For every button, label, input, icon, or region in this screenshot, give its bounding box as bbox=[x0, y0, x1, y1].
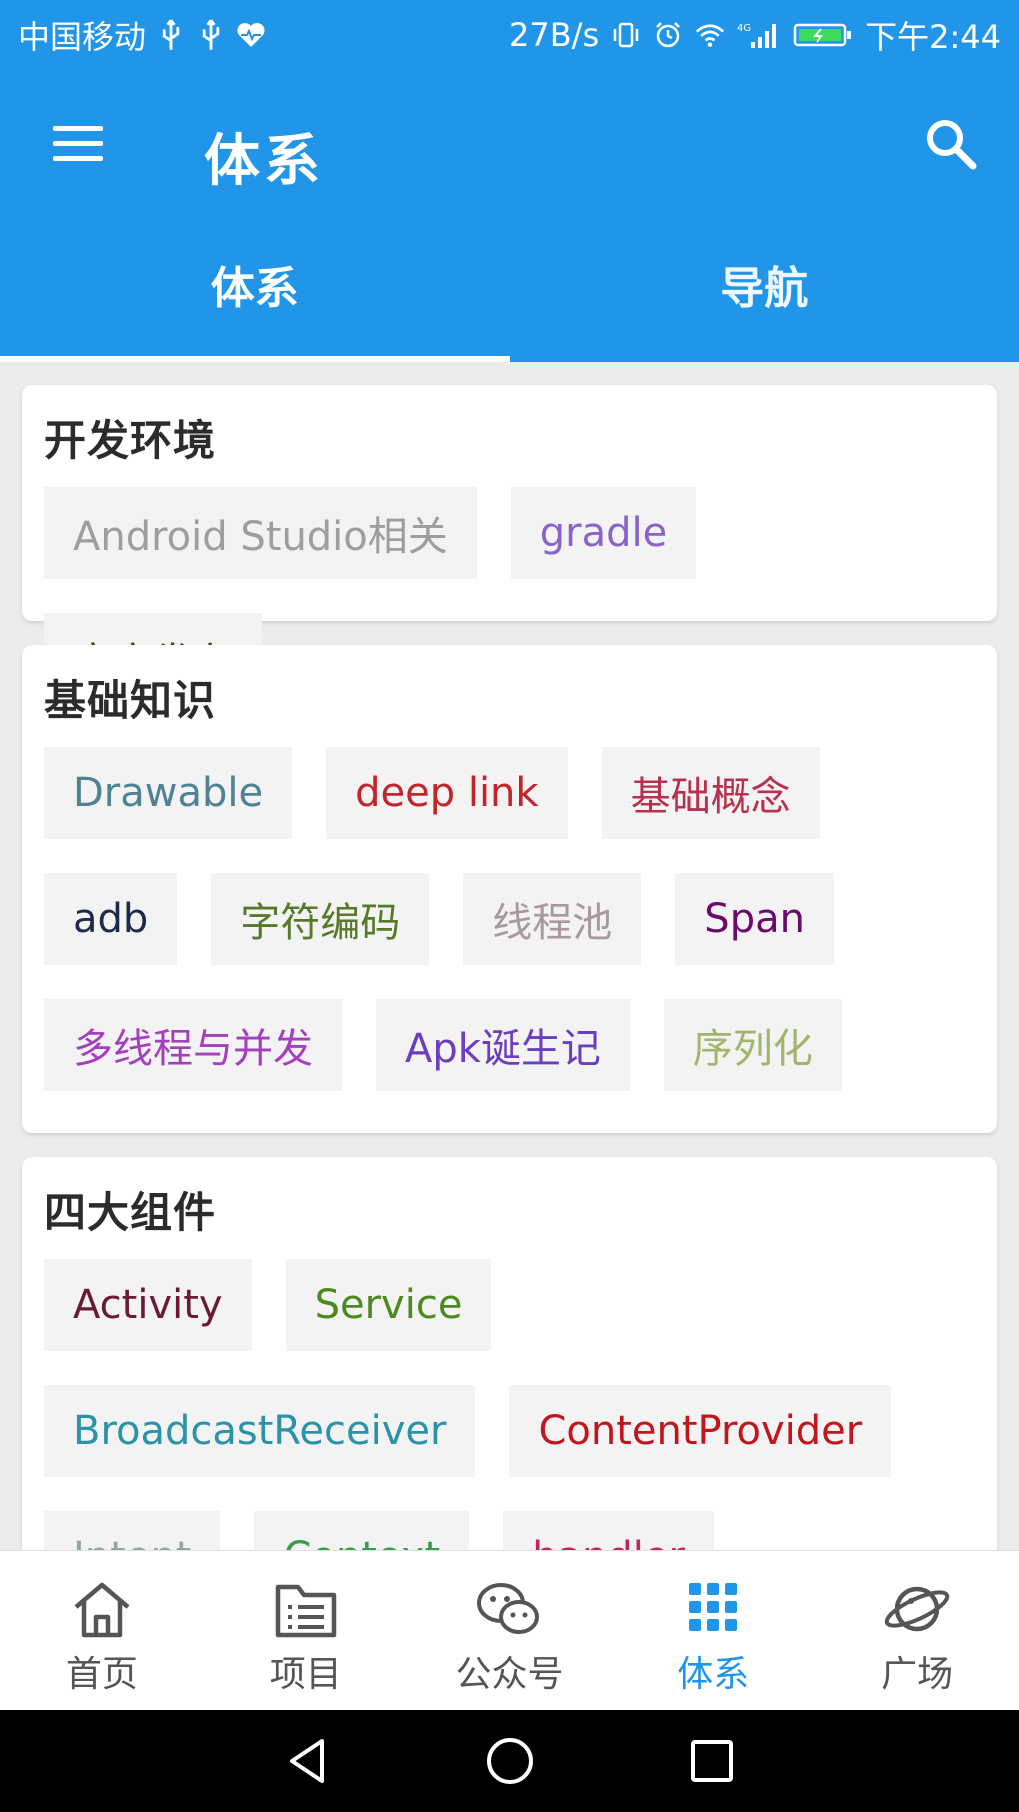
tag-chip[interactable]: Context bbox=[254, 1511, 470, 1550]
svg-text:4G: 4G bbox=[737, 23, 751, 34]
toolbar: 体系 bbox=[0, 70, 1019, 226]
home-icon bbox=[74, 1582, 130, 1638]
back-icon[interactable] bbox=[282, 1735, 334, 1787]
health-icon bbox=[236, 18, 266, 52]
tag-chip[interactable]: 基础概念 bbox=[601, 747, 820, 839]
tab-label: 体系 bbox=[210, 263, 299, 314]
system-navigation-bar bbox=[0, 1710, 1019, 1812]
tag-chip[interactable]: Activity bbox=[44, 1259, 252, 1351]
tag-chip[interactable]: Intent bbox=[44, 1511, 221, 1550]
category-title: 开发环境 bbox=[44, 416, 217, 465]
nav-system[interactable]: 体系 bbox=[611, 1551, 815, 1710]
nav-label: 首页 bbox=[65, 1654, 138, 1695]
tab-label: 导航 bbox=[720, 263, 809, 314]
wifi-icon bbox=[695, 18, 725, 52]
category-title: 基础知识 bbox=[44, 676, 217, 725]
clock: 下午2:44 bbox=[865, 18, 1001, 56]
usb-debug-icon bbox=[196, 18, 226, 52]
wechat-icon bbox=[477, 1583, 540, 1634]
tab-bar: 体系 导航 bbox=[0, 226, 1019, 362]
carrier-label: 中国移动 bbox=[18, 18, 147, 56]
tag-chip[interactable]: adb bbox=[44, 873, 178, 965]
tag-chip[interactable]: 字符编码 bbox=[211, 873, 430, 965]
battery-icon bbox=[793, 18, 853, 52]
tag-chip[interactable]: BroadcastReceiver bbox=[44, 1385, 476, 1477]
tab-system[interactable]: 体系 bbox=[0, 226, 510, 362]
planet-icon bbox=[884, 1586, 950, 1632]
recents-icon[interactable] bbox=[686, 1735, 738, 1787]
category-card-dev-env[interactable]: 开发环境 Android Studio相关 gradle 官方发布 bbox=[22, 385, 997, 705]
tag-chip[interactable]: gradle bbox=[510, 487, 697, 579]
nav-label: 公众号 bbox=[455, 1654, 564, 1695]
search-icon[interactable] bbox=[921, 114, 981, 174]
alarm-icon bbox=[653, 18, 683, 52]
category-card-basics[interactable]: 基础知识 Drawable deep link 基础概念 adb 字符编码 线程… bbox=[22, 645, 997, 1133]
nav-official-accounts[interactable]: 公众号 bbox=[408, 1551, 612, 1710]
menu-icon[interactable] bbox=[50, 122, 106, 166]
nav-label: 体系 bbox=[677, 1654, 750, 1695]
tag-chip[interactable]: deep link bbox=[326, 747, 568, 839]
usb-icon bbox=[156, 18, 186, 52]
tag-chip[interactable]: handler bbox=[503, 1511, 714, 1550]
home-circle-icon[interactable] bbox=[484, 1735, 536, 1787]
network-speed: 27B/s bbox=[509, 16, 600, 54]
knowledge-list[interactable]: 开发环境 Android Studio相关 gradle 官方发布 基础知识 D… bbox=[0, 362, 1019, 1550]
tag-chip[interactable]: Apk诞生记 bbox=[376, 999, 630, 1091]
grid-icon bbox=[689, 1583, 738, 1631]
bottom-navigation: 首页 项目 公众号 体系 广场 bbox=[0, 1550, 1019, 1710]
tab-navigation[interactable]: 导航 bbox=[510, 226, 1019, 362]
tag-chip[interactable]: ContentProvider bbox=[509, 1385, 892, 1477]
page-title: 体系 bbox=[204, 129, 324, 194]
tag-chip[interactable]: 线程池 bbox=[463, 873, 642, 965]
tag-chip[interactable]: 序列化 bbox=[663, 999, 842, 1091]
signal-icon: 4G bbox=[737, 18, 781, 52]
tag-chip[interactable]: Service bbox=[285, 1259, 492, 1351]
nav-label: 广场 bbox=[881, 1654, 954, 1695]
tag-chip[interactable]: Drawable bbox=[44, 747, 293, 839]
tag-chip[interactable]: Span bbox=[675, 873, 834, 965]
project-icon bbox=[275, 1584, 336, 1638]
tag-chip[interactable]: Android Studio相关 bbox=[44, 487, 477, 579]
nav-home[interactable]: 首页 bbox=[0, 1551, 204, 1710]
vibrate-icon bbox=[611, 18, 641, 52]
category-title: 四大组件 bbox=[44, 1188, 217, 1237]
nav-projects[interactable]: 项目 bbox=[204, 1551, 408, 1710]
tag-chip[interactable]: 多线程与并发 bbox=[44, 999, 342, 1091]
category-card-four-components[interactable]: 四大组件 Activity Service BroadcastReceiver … bbox=[22, 1157, 997, 1550]
nav-square[interactable]: 广场 bbox=[815, 1551, 1019, 1710]
status-bar: 中国移动 27B/s 4G 下午2:44 bbox=[0, 0, 1019, 70]
nav-label: 项目 bbox=[269, 1654, 342, 1695]
